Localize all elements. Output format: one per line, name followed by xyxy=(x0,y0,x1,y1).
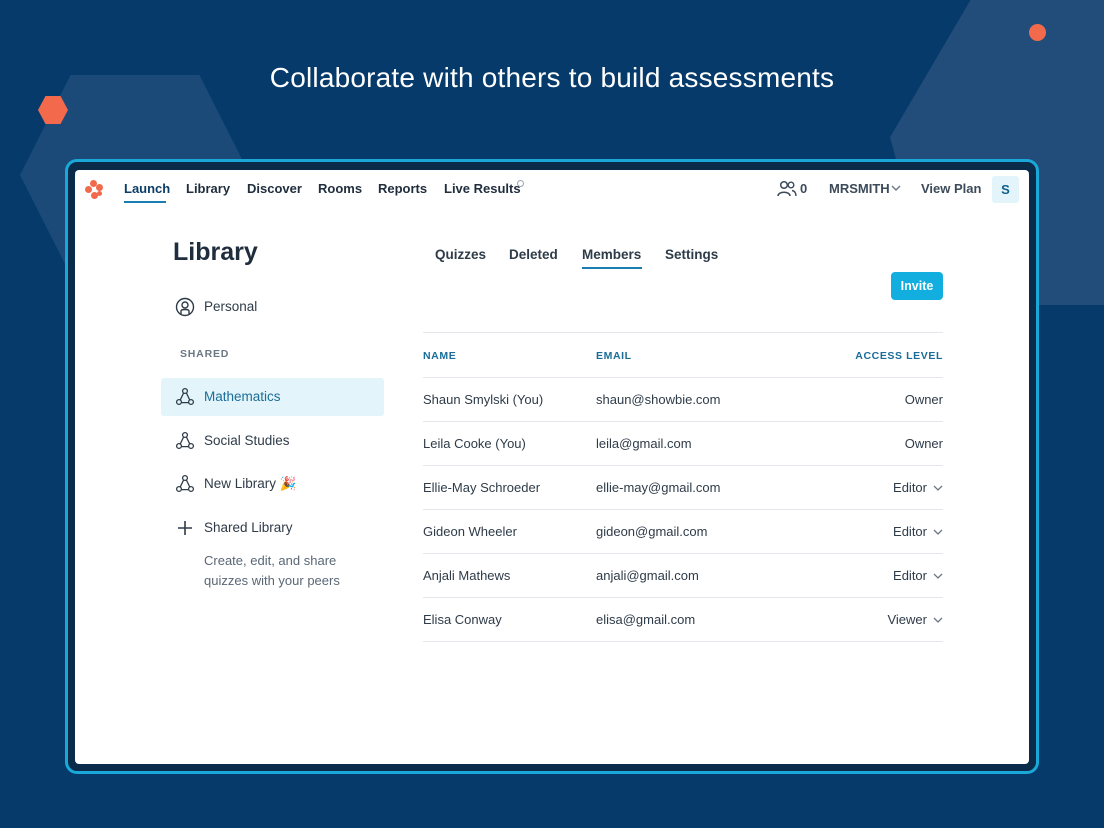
sidebar-item-label: Personal xyxy=(204,299,258,314)
sidebar-item-label: New Library 🎉 xyxy=(204,476,297,491)
table-row: Anjali Mathews anjali@gmail.com Editor xyxy=(423,554,943,598)
nav-discover[interactable]: Discover xyxy=(247,181,302,196)
tab-quizzes[interactable]: Quizzes xyxy=(435,247,486,262)
table-row: Gideon Wheeler gideon@gmail.com Editor xyxy=(423,510,943,554)
table-row: Shaun Smylski (You) shaun@showbie.com Ow… xyxy=(423,378,943,422)
column-header-name[interactable]: NAME xyxy=(423,350,456,362)
invite-button[interactable]: Invite xyxy=(891,272,943,300)
user-menu[interactable]: MRSMITH xyxy=(829,181,890,196)
access-level-dropdown[interactable]: Editor xyxy=(893,480,927,495)
members-table: NAME EMAIL ACCESS LEVEL Shaun Smylski (Y… xyxy=(423,332,943,642)
table-row: Elisa Conway elisa@gmail.com Viewer xyxy=(423,598,943,642)
promo-headline: Collaborate with others to build assessm… xyxy=(269,62,835,93)
user-circle-icon xyxy=(175,297,195,317)
nav-live-results[interactable]: Live Results xyxy=(444,181,521,196)
member-email: elisa@gmail.com xyxy=(596,612,696,627)
avatar[interactable]: S xyxy=(992,176,1019,203)
tab-active-underline xyxy=(582,267,642,269)
member-name: Gideon Wheeler xyxy=(423,524,517,539)
shared-library-help-text: Create, edit, and share quizzes with you… xyxy=(204,553,340,588)
nav-launch[interactable]: Launch xyxy=(124,181,170,196)
member-email: leila@gmail.com xyxy=(596,436,692,451)
member-name: Anjali Mathews xyxy=(423,568,511,583)
sidebar-item-personal[interactable]: Personal xyxy=(161,288,384,326)
app-screen: Launch Library Discover Rooms Reports Li… xyxy=(75,170,1029,764)
nav-reports[interactable]: Reports xyxy=(378,181,427,196)
sidebar-item-label: Social Studies xyxy=(204,433,290,448)
chevron-down-icon[interactable] xyxy=(933,572,943,580)
member-access-level: Owner xyxy=(904,436,943,451)
nav-active-underline xyxy=(124,201,166,203)
decor-orange-dot xyxy=(1029,24,1046,41)
chevron-down-icon[interactable] xyxy=(891,184,901,192)
tab-deleted[interactable]: Deleted xyxy=(509,247,558,262)
member-email: shaun@showbie.com xyxy=(596,392,721,407)
participants-icon[interactable] xyxy=(777,180,797,198)
live-status-icon xyxy=(517,180,524,187)
sidebar-item-mathematics[interactable]: Mathematics xyxy=(161,378,384,416)
sidebar-item-new-library[interactable]: New Library 🎉 xyxy=(161,465,384,503)
share-network-icon xyxy=(175,474,195,493)
member-access-level: Owner xyxy=(904,392,943,407)
tab-settings[interactable]: Settings xyxy=(665,247,718,262)
column-header-email[interactable]: EMAIL xyxy=(596,350,632,362)
page-title: Library xyxy=(173,238,258,266)
app-logo-icon[interactable] xyxy=(85,180,103,200)
member-name: Ellie-May Schroeder xyxy=(423,480,541,495)
nav-library[interactable]: Library xyxy=(186,181,230,196)
member-name: Elisa Conway xyxy=(423,612,502,627)
sidebar-item-label: Mathematics xyxy=(204,389,281,404)
add-shared-library-button[interactable]: Shared Library xyxy=(161,509,384,547)
column-header-access-level[interactable]: ACCESS LEVEL xyxy=(855,350,943,362)
member-name: Shaun Smylski (You) xyxy=(423,392,544,407)
shared-section-header: SHARED xyxy=(180,348,230,360)
chevron-down-icon[interactable] xyxy=(933,484,943,492)
top-nav: Launch Library Discover Rooms Reports Li… xyxy=(75,170,1029,210)
member-name: Leila Cooke (You) xyxy=(423,436,526,451)
nav-rooms[interactable]: Rooms xyxy=(318,181,362,196)
plus-icon xyxy=(178,521,192,535)
member-email: ellie-may@gmail.com xyxy=(596,480,721,495)
access-level-dropdown[interactable]: Viewer xyxy=(887,612,927,627)
member-email: anjali@gmail.com xyxy=(596,568,699,583)
sidebar-item-social-studies[interactable]: Social Studies xyxy=(161,422,384,460)
share-network-icon xyxy=(175,431,195,450)
member-email: gideon@gmail.com xyxy=(596,524,708,539)
tab-members[interactable]: Members xyxy=(582,247,641,262)
chevron-down-icon[interactable] xyxy=(933,528,943,536)
access-level-dropdown[interactable]: Editor xyxy=(893,524,927,539)
view-plan-link[interactable]: View Plan xyxy=(921,181,981,196)
share-network-icon xyxy=(175,387,195,406)
table-header: NAME EMAIL ACCESS LEVEL xyxy=(423,332,943,378)
table-row: Ellie-May Schroeder ellie-may@gmail.com … xyxy=(423,466,943,510)
chevron-down-icon[interactable] xyxy=(933,616,943,624)
add-shared-library-label: Shared Library xyxy=(204,520,293,535)
access-level-dropdown[interactable]: Editor xyxy=(893,568,927,583)
table-row: Leila Cooke (You) leila@gmail.com Owner xyxy=(423,422,943,466)
participants-count: 0 xyxy=(800,181,808,196)
